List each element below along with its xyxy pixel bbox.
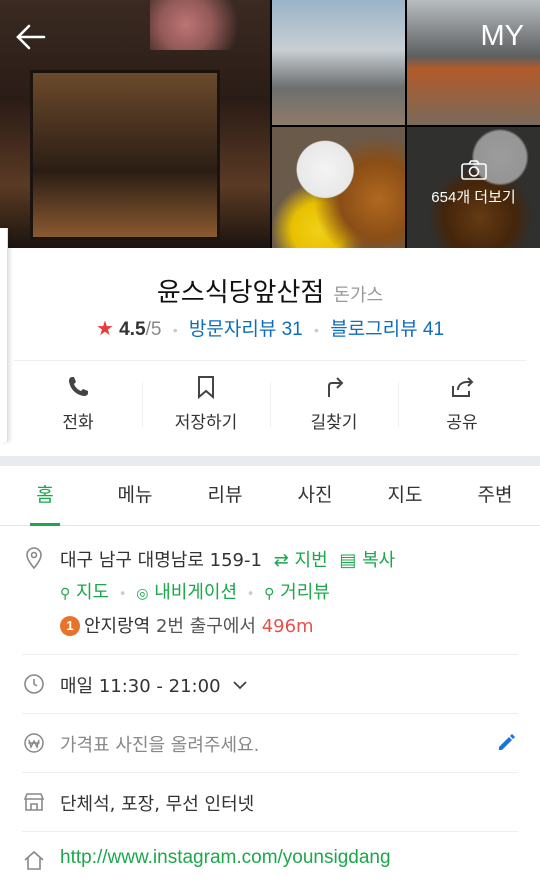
divider	[22, 772, 518, 773]
subway-distance: 496m	[261, 616, 314, 637]
my-page-button[interactable]: MY	[481, 20, 525, 53]
separator-dot: •	[246, 587, 255, 602]
address-text: 대구 남구 대명남로 159-1	[60, 550, 262, 571]
street-view-link[interactable]: ⚲ 거리뷰	[264, 582, 330, 603]
place-name: 윤스식당앞산점	[156, 278, 325, 308]
more-photos-label: 654개 더보기	[431, 189, 516, 206]
street-view-icon: ⚲	[264, 586, 275, 602]
copy-icon: ▤	[339, 550, 357, 571]
call-label: 전화	[62, 413, 94, 433]
thumbnail-photo[interactable]	[407, 0, 540, 125]
store-icon	[23, 793, 45, 811]
subway-station: 안지랑역	[84, 616, 151, 637]
action-bar: 전화 저장하기 길찾기 공유	[14, 360, 526, 446]
separator-dot: •	[314, 322, 319, 338]
visitor-reviews-link[interactable]: 방문자리뷰 31	[189, 319, 303, 340]
tab-bar: 홈 메뉴 리뷰 사진 지도 주변	[0, 466, 540, 526]
separator-dot: •	[172, 322, 178, 338]
save-label: 저장하기	[174, 413, 238, 433]
rating-max: /5	[145, 319, 162, 340]
place-category: 돈가스	[333, 285, 384, 306]
divider	[22, 831, 518, 832]
hours-text: 매일 11:30 - 21:00	[60, 676, 221, 697]
website-section: http://www.instagram.com/younsigdang	[22, 847, 518, 877]
section-gap	[0, 456, 540, 466]
rating-row: ★ 4.5/5 • 방문자리뷰 31 • 블로그리뷰 41	[0, 314, 540, 341]
blog-reviews-link[interactable]: 블로그리뷰 41	[330, 319, 444, 340]
share-icon	[452, 377, 474, 397]
map-links: ⚲ 지도 • ◎ 내비게이션 • ⚲ 거리뷰	[60, 578, 330, 604]
subway-info: 1 안지랑역 2번 출구에서 496m	[60, 612, 314, 638]
copy-label: 복사	[362, 550, 396, 571]
camera-icon	[460, 160, 487, 180]
directions-label: 길찾기	[310, 413, 358, 433]
location-pin-icon	[26, 547, 42, 570]
map-link[interactable]: ⚲ 지도	[60, 582, 109, 603]
photo-detail	[30, 70, 220, 240]
thumbnail-photo[interactable]	[272, 0, 405, 125]
home-icon	[24, 850, 44, 870]
lot-number-link[interactable]: ⇄ 지번	[274, 550, 328, 571]
navigation-link[interactable]: ◎ 내비게이션	[136, 582, 237, 603]
copy-link[interactable]: ▤ 복사	[339, 550, 395, 571]
separator-dot: •	[118, 587, 127, 602]
swap-icon: ⇄	[273, 550, 289, 571]
clock-icon	[24, 674, 44, 694]
tab-reviews[interactable]: 리뷰	[180, 466, 270, 525]
more-photos-button[interactable]: 654개 더보기	[407, 160, 540, 207]
navigation-icon: ◎	[136, 586, 149, 602]
divider	[22, 713, 518, 714]
photo-detail	[150, 0, 270, 50]
chevron-down-icon[interactable]	[232, 680, 248, 690]
rating-score: 4.5	[119, 319, 146, 340]
share-button[interactable]: 공유	[398, 361, 526, 446]
photo-gallery: 654개 더보기	[0, 0, 540, 248]
place-title-row: 윤스식당앞산점 돈가스	[0, 272, 540, 309]
directions-button[interactable]: 길찾기	[270, 361, 398, 446]
hours-section[interactable]: 매일 11:30 - 21:00	[22, 670, 518, 700]
amenities-text: 단체석, 포장, 무선 인터넷	[60, 794, 255, 815]
map-pin-icon: ⚲	[60, 586, 71, 602]
tab-home[interactable]: 홈	[0, 466, 90, 526]
won-icon	[24, 733, 44, 753]
bookmark-icon	[198, 376, 214, 400]
tab-menu[interactable]: 메뉴	[90, 466, 180, 525]
card-edge	[0, 228, 8, 442]
tab-photos[interactable]: 사진	[270, 466, 360, 525]
tab-nearby[interactable]: 주변	[450, 466, 540, 525]
edit-pencil-icon[interactable]	[496, 731, 518, 753]
map-label: 지도	[76, 582, 110, 603]
amenities-section: 단체석, 포장, 무선 인터넷	[22, 788, 518, 818]
divider	[22, 654, 518, 655]
price-prompt: 가격표 사진을 올려주세요.	[60, 735, 260, 756]
price-section[interactable]: 가격표 사진을 올려주세요.	[22, 729, 518, 759]
save-button[interactable]: 저장하기	[142, 361, 270, 446]
directions-icon	[328, 377, 344, 397]
call-button[interactable]: 전화	[14, 361, 142, 446]
tab-map[interactable]: 지도	[360, 466, 450, 525]
thumbnail-photo[interactable]	[272, 127, 405, 248]
lot-number-label: 지번	[294, 550, 328, 571]
address-line: 대구 남구 대명남로 159-1 ⇄ 지번 ▤ 복사	[60, 546, 395, 572]
star-icon: ★	[95, 318, 114, 340]
back-arrow-icon[interactable]	[14, 20, 48, 54]
address-section: 대구 남구 대명남로 159-1 ⇄ 지번 ▤ 복사 ⚲ 지도 • ◎ 내비게이…	[22, 544, 518, 644]
website-link[interactable]: http://www.instagram.com/younsigdang	[60, 847, 391, 869]
share-label: 공유	[446, 413, 478, 433]
subway-exit: 2번 출구에서	[155, 616, 256, 637]
subway-line-badge: 1	[60, 616, 80, 636]
street-view-label: 거리뷰	[280, 582, 330, 603]
navigation-label: 내비게이션	[154, 582, 238, 603]
hours-line: 매일 11:30 - 21:00	[60, 672, 248, 698]
phone-icon	[69, 377, 88, 396]
